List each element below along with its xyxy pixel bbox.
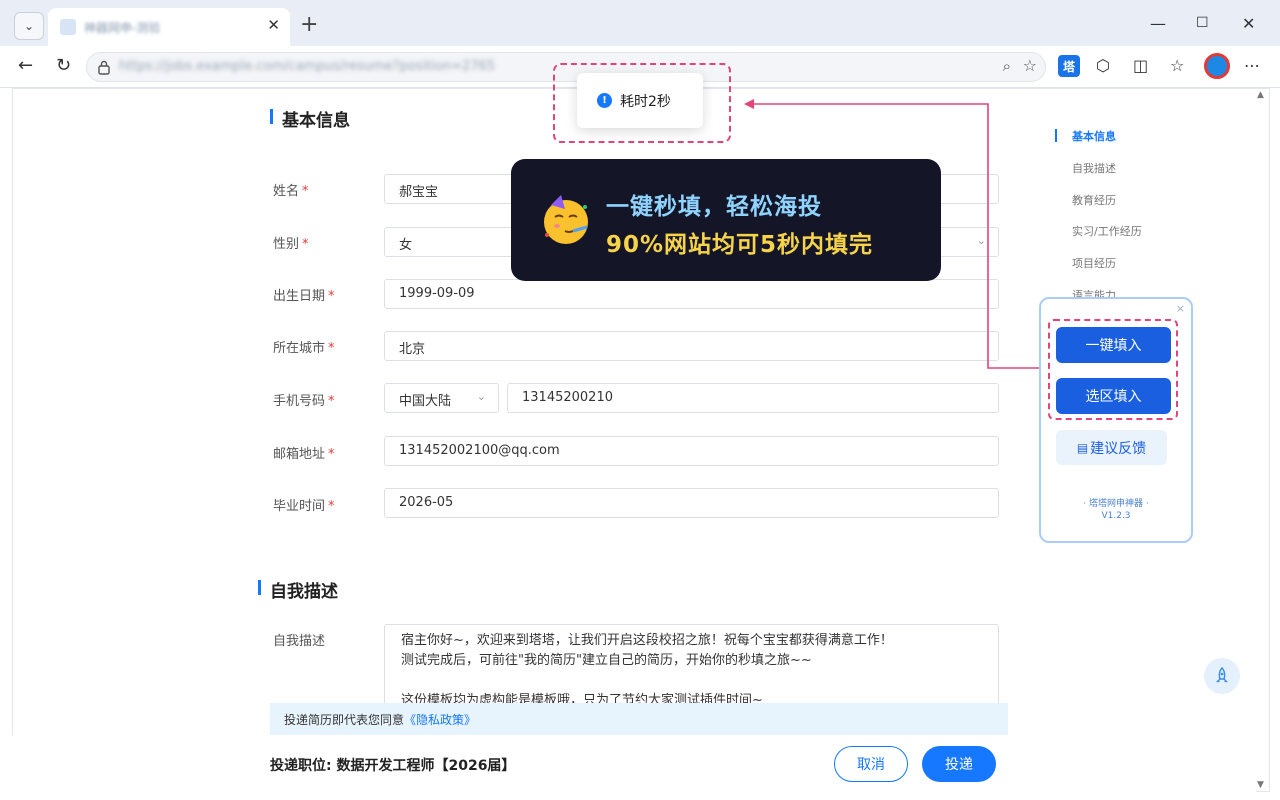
chevron-down-icon: ⌄ (976, 234, 986, 247)
section-title-self: 自我描述 (258, 577, 338, 602)
tab-list-button[interactable]: ⌄ (14, 12, 44, 40)
tata-extension-icon[interactable]: 塔 (1058, 55, 1080, 77)
phone-region-select[interactable]: 中国大陆 ⌄ (384, 383, 499, 413)
chevron-down-icon: ⌄ (476, 390, 486, 403)
anchor-item-internship[interactable]: 实习/工作经历 (1055, 223, 1142, 239)
widget-version: V1.2.3 (1101, 511, 1131, 521)
anchor-item-basic[interactable]: 基本信息 (1055, 128, 1116, 144)
feedback-button[interactable]: ▤ 建议反馈 (1056, 430, 1167, 465)
tab-strip: ⌄ 神器网申-测验 ✕ + — ☐ ✕ (0, 0, 1280, 46)
agreement-text: 投递简历即代表您同意 (284, 713, 405, 727)
info-icon: ! (597, 93, 612, 108)
promo-line-1: 一键秒填，轻松海投 (606, 194, 822, 220)
new-tab-button[interactable]: + (300, 12, 318, 37)
close-tab-icon[interactable]: ✕ (267, 16, 280, 34)
url-text: https://jobs.example.com/campus/resume?p… (119, 59, 496, 74)
zoom-icon[interactable]: ⌕ (1003, 57, 1011, 75)
one-click-fill-button[interactable]: 一键填入 (1056, 327, 1171, 363)
self-desc-line: 宿主你好~，欢迎来到塔塔，让我们开启这段校招之旅！祝每个宝宝都获得满意工作！ (401, 633, 893, 648)
lock-icon (98, 60, 110, 75)
region-fill-button[interactable]: 选区填入 (1056, 378, 1171, 414)
phone-label: 手机号码 * (273, 394, 335, 409)
party-face-icon (544, 195, 588, 244)
scrollbar[interactable]: ▲ ▼ (1256, 90, 1268, 790)
cancel-button[interactable]: 取消 (834, 746, 908, 782)
widget-brand: · 塔塔网申神器 · (1083, 499, 1149, 509)
self-desc-label: 自我描述 (273, 634, 326, 649)
city-label: 所在城市 * (273, 341, 335, 356)
promo-banner: 一键秒填，轻松海投 90%网站均可5秒内填完 (511, 159, 941, 281)
maximize-icon[interactable]: ☐ (1196, 15, 1209, 31)
graduation-field[interactable]: 2026-05 (384, 488, 999, 518)
email-label: 邮箱地址 * (273, 447, 335, 462)
back-icon[interactable]: ← (18, 55, 33, 76)
more-menu-icon[interactable]: ⋯ (1244, 56, 1260, 75)
self-desc-line: 测试完成后，可前往"我的简历"建立自己的简历，开始你的秒填之旅~~ (401, 653, 812, 668)
email-field[interactable]: 131452002100@qq.com (384, 436, 999, 466)
widget-close-icon[interactable]: × (1176, 302, 1185, 315)
browser-tab[interactable]: 神器网申-测验 ✕ (48, 8, 290, 46)
split-screen-icon[interactable]: ◫ (1133, 56, 1148, 75)
agreement-bar: 投递简历即代表您同意《隐私政策》 (270, 703, 1008, 735)
city-field[interactable]: 北京 (384, 331, 999, 361)
gender-label: 性别 * (273, 237, 309, 252)
phone-field[interactable]: 13145200210 (507, 383, 999, 413)
birth-label: 出生日期 * (273, 289, 335, 304)
timing-toast: ! 耗时2秒 (577, 73, 703, 128)
anchor-item-self[interactable]: 自我描述 (1055, 160, 1116, 176)
tab-title: 神器网申-测验 (84, 21, 161, 35)
self-desc-textarea[interactable]: 宿主你好~，欢迎来到塔塔，让我们开启这段校招之旅！祝每个宝宝都获得满意工作！ 测… (384, 624, 999, 708)
anchor-item-project[interactable]: 项目经历 (1055, 255, 1116, 271)
promo-line-2: 90%网站均可5秒内填完 (606, 232, 874, 258)
submit-position: 投递职位: 数据开发工程师【2026届】 (270, 758, 516, 774)
extensions-icon[interactable]: ⬡ (1096, 56, 1110, 75)
window-close-icon[interactable]: ✕ (1242, 14, 1255, 33)
favicon-icon (60, 19, 76, 35)
minimize-icon[interactable]: — (1150, 14, 1166, 33)
privacy-policy-link[interactable]: 《隐私政策》 (404, 713, 476, 727)
profile-avatar[interactable] (1204, 53, 1230, 79)
rocket-icon (1215, 667, 1229, 683)
scroll-up-icon[interactable]: ▲ (1257, 90, 1264, 100)
chevron-down-icon: ⌄ (23, 19, 35, 33)
graduation-label: 毕业时间 * (273, 499, 335, 514)
section-title-basic: 基本信息 (270, 106, 350, 131)
anchor-item-education[interactable]: 教育经历 (1055, 192, 1116, 208)
favorite-star-icon[interactable]: ☆ (1023, 56, 1037, 75)
toast-text: 耗时2秒 (620, 94, 671, 110)
footer-bar (12, 735, 1256, 792)
rocket-float-button[interactable] (1204, 658, 1240, 694)
name-label: 姓名 * (273, 184, 309, 199)
document-icon: ▤ (1076, 440, 1089, 455)
submit-button[interactable]: 投递 (922, 746, 996, 782)
birth-date-field[interactable]: 1999-09-09 (384, 279, 999, 309)
refresh-icon[interactable]: ↻ (56, 55, 71, 76)
scroll-down-icon[interactable]: ▼ (1257, 780, 1264, 790)
favorites-icon[interactable]: ☆ (1170, 56, 1184, 75)
